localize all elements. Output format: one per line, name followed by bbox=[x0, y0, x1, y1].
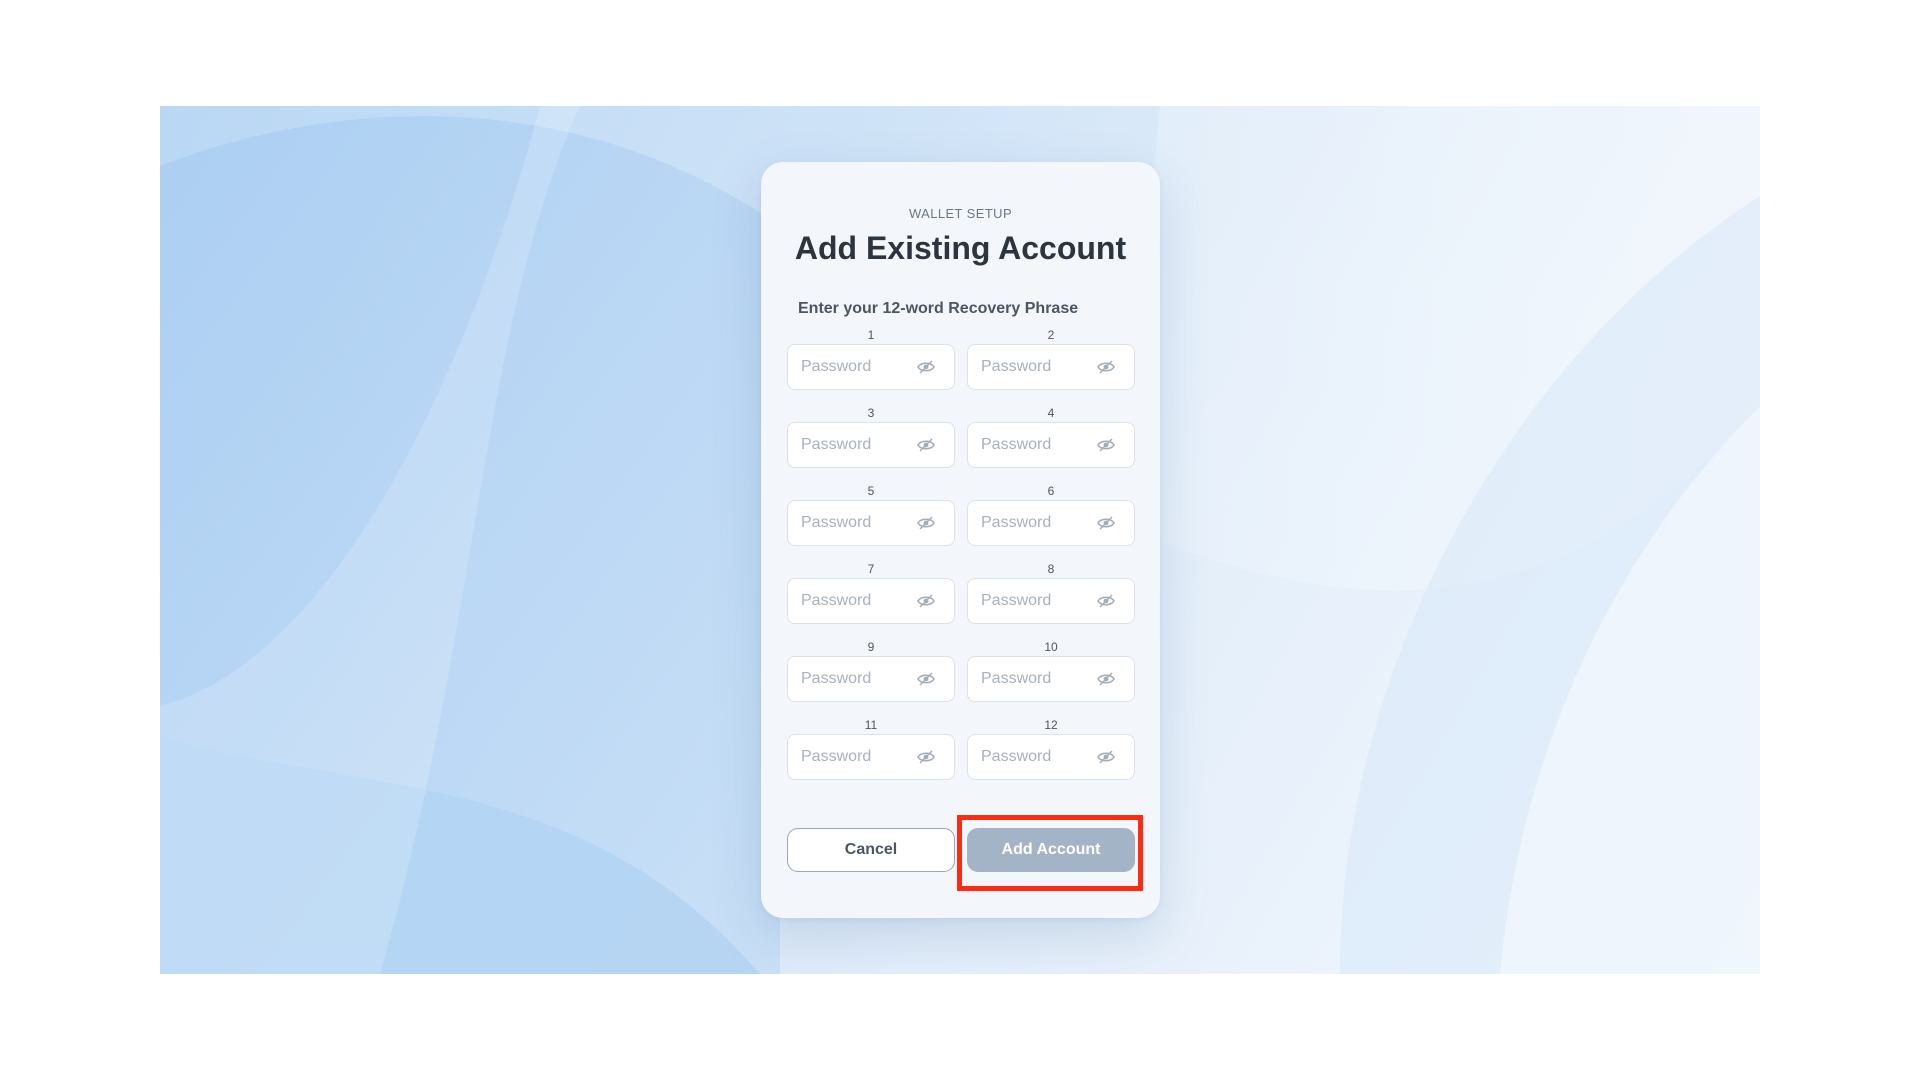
phrase-word-8: 8 bbox=[967, 562, 1135, 636]
phrase-word-input-8[interactable] bbox=[981, 579, 1091, 623]
phrase-word-field bbox=[787, 500, 955, 546]
phrase-word-7: 7 bbox=[787, 562, 955, 636]
phrase-word-10: 10 bbox=[967, 640, 1135, 714]
phrase-word-5: 5 bbox=[787, 484, 955, 558]
phrase-word-field bbox=[967, 656, 1135, 702]
eye-icon[interactable] bbox=[917, 671, 935, 687]
phrase-word-number: 5 bbox=[867, 484, 875, 498]
page-background: WALLET SETUP Add Existing Account Enter … bbox=[160, 106, 1760, 974]
phrase-word-number: 4 bbox=[1047, 406, 1055, 420]
phrase-word-input-4[interactable] bbox=[981, 423, 1091, 467]
phrase-word-3: 3 bbox=[787, 406, 955, 480]
eye-icon[interactable] bbox=[1097, 359, 1115, 375]
phrase-word-number: 10 bbox=[1044, 640, 1058, 654]
phrase-word-number: 6 bbox=[1047, 484, 1055, 498]
eye-icon[interactable] bbox=[917, 359, 935, 375]
eye-icon[interactable] bbox=[1097, 671, 1115, 687]
phrase-word-11: 11 bbox=[787, 718, 955, 792]
add-account-button[interactable]: Add Account bbox=[967, 828, 1135, 872]
section-eyebrow: WALLET SETUP bbox=[908, 206, 1013, 221]
phrase-word-field bbox=[967, 578, 1135, 624]
phrase-word-field bbox=[967, 344, 1135, 390]
phrase-word-input-7[interactable] bbox=[801, 579, 911, 623]
phrase-word-input-1[interactable] bbox=[801, 345, 911, 389]
phrase-word-number: 9 bbox=[867, 640, 875, 654]
eye-icon[interactable] bbox=[1097, 515, 1115, 531]
phrase-word-number: 8 bbox=[1047, 562, 1055, 576]
eye-icon[interactable] bbox=[917, 749, 935, 765]
phrase-word-field bbox=[787, 578, 955, 624]
phrase-word-6: 6 bbox=[967, 484, 1135, 558]
phrase-word-field bbox=[787, 734, 955, 780]
cancel-button[interactable]: Cancel bbox=[787, 828, 955, 872]
phrase-word-number: 11 bbox=[864, 718, 878, 732]
eye-icon[interactable] bbox=[917, 437, 935, 453]
phrase-word-input-9[interactable] bbox=[801, 657, 911, 701]
phrase-word-9: 9 bbox=[787, 640, 955, 714]
phrase-word-number: 7 bbox=[867, 562, 875, 576]
eye-icon[interactable] bbox=[1097, 437, 1115, 453]
phrase-word-input-3[interactable] bbox=[801, 423, 911, 467]
phrase-word-1: 1 bbox=[787, 328, 955, 402]
phrase-word-field bbox=[967, 422, 1135, 468]
eye-icon[interactable] bbox=[917, 593, 935, 609]
phrase-word-number: 1 bbox=[867, 328, 875, 342]
phrase-word-field bbox=[787, 422, 955, 468]
phrase-word-input-12[interactable] bbox=[981, 735, 1091, 779]
phrase-word-input-5[interactable] bbox=[801, 501, 911, 545]
eye-icon[interactable] bbox=[917, 515, 935, 531]
phrase-word-field bbox=[787, 656, 955, 702]
phrase-word-field bbox=[787, 344, 955, 390]
eye-icon[interactable] bbox=[1097, 749, 1115, 765]
phrase-word-input-11[interactable] bbox=[801, 735, 911, 779]
phrase-word-12: 12 bbox=[967, 718, 1135, 792]
phrase-word-field bbox=[967, 734, 1135, 780]
phrase-word-input-10[interactable] bbox=[981, 657, 1091, 701]
phrase-word-number: 12 bbox=[1044, 718, 1058, 732]
page-title: Add Existing Account bbox=[794, 230, 1127, 266]
phrase-word-input-2[interactable] bbox=[981, 345, 1091, 389]
eye-icon[interactable] bbox=[1097, 593, 1115, 609]
phrase-word-input-6[interactable] bbox=[981, 501, 1091, 545]
phrase-word-4: 4 bbox=[967, 406, 1135, 480]
add-account-card: WALLET SETUP Add Existing Account Enter … bbox=[761, 162, 1160, 918]
phrase-word-number: 2 bbox=[1047, 328, 1055, 342]
phrase-word-2: 2 bbox=[967, 328, 1135, 402]
recovery-phrase-instruction: Enter your 12-word Recovery Phrase bbox=[798, 300, 1079, 317]
phrase-word-field bbox=[967, 500, 1135, 546]
phrase-word-number: 3 bbox=[867, 406, 875, 420]
